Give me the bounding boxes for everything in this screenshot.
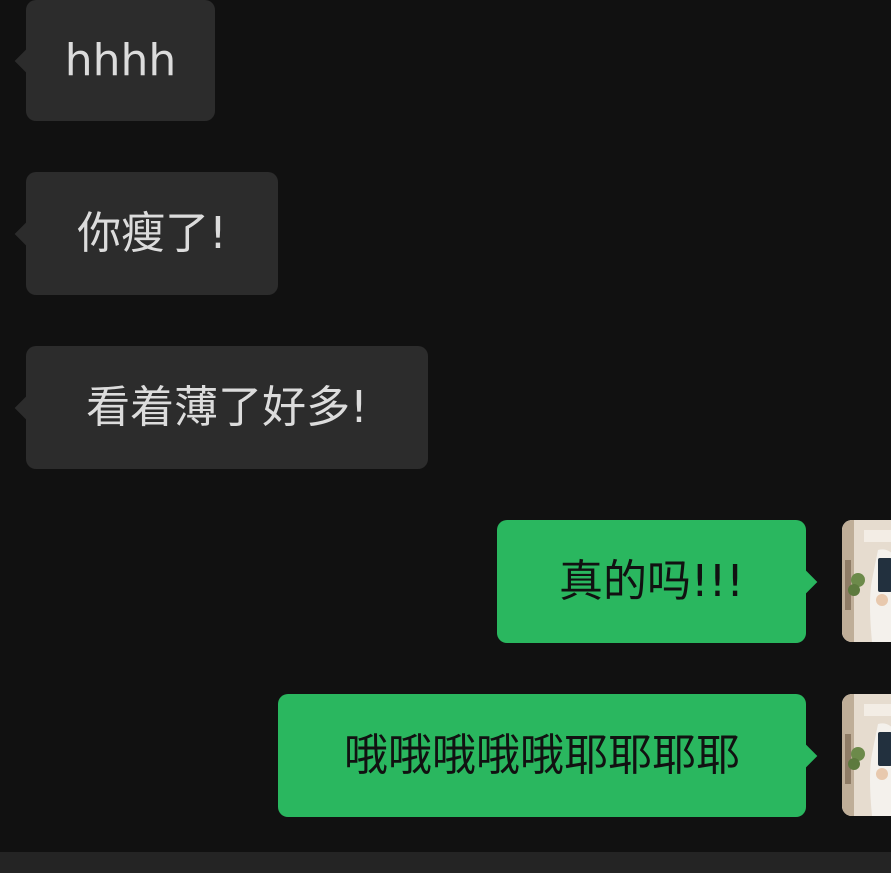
message-text: 你瘦了! bbox=[77, 207, 227, 259]
user-avatar[interactable] bbox=[842, 520, 891, 642]
outgoing-message-bubble[interactable]: 哦哦哦哦哦耶耶耶耶 bbox=[278, 694, 818, 817]
bubble-tail bbox=[794, 570, 818, 593]
outgoing-message-bubble[interactable]: 真的吗!!! bbox=[497, 520, 818, 643]
bubble-tail bbox=[14, 222, 38, 245]
message-text: hhhh bbox=[64, 34, 177, 86]
avatar-photo-icon bbox=[842, 694, 891, 816]
incoming-message-bubble[interactable]: 看着薄了好多! bbox=[14, 346, 428, 469]
incoming-message-bubble[interactable]: 你瘦了! bbox=[14, 172, 278, 295]
bubble-tail bbox=[14, 396, 38, 419]
incoming-message-bubble[interactable]: hhhh bbox=[14, 0, 215, 121]
message-text: 哦哦哦哦哦耶耶耶耶 bbox=[344, 729, 740, 781]
avatar-photo-icon bbox=[842, 520, 891, 642]
bubble-tail bbox=[794, 744, 818, 767]
bubble-tail bbox=[14, 49, 38, 72]
input-bar bbox=[0, 852, 891, 873]
message-text: 看着薄了好多! bbox=[86, 381, 368, 433]
message-text: 真的吗!!! bbox=[559, 555, 744, 607]
user-avatar[interactable] bbox=[842, 694, 891, 816]
